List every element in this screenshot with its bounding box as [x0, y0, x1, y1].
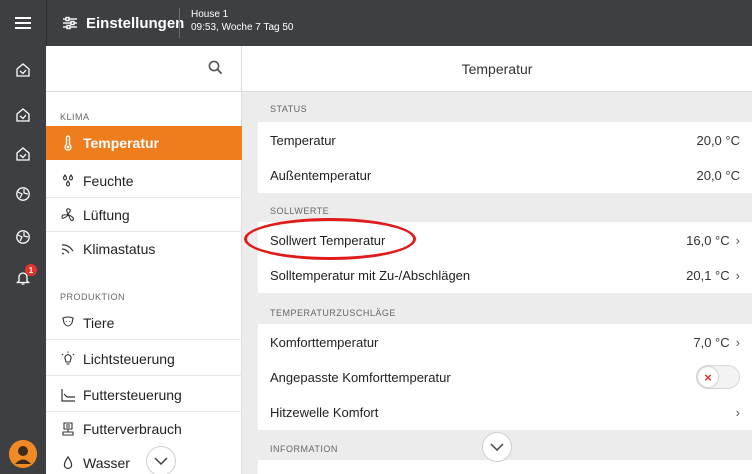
- settings-title: Einstellungen: [86, 14, 185, 32]
- row-label: Solltemperatur mit Zu-/Abschlägen: [270, 267, 471, 283]
- chevron-right-icon: ›: [735, 404, 740, 420]
- row-value: 20,0 °C: [696, 167, 740, 183]
- menu-item-temperatur[interactable]: Temperatur: [46, 126, 242, 160]
- menu-item-label: Futtersteuerung: [83, 387, 182, 403]
- row-angepasste-komforttemperatur: Angepasste Komforttemperatur ×: [258, 359, 752, 395]
- feed-chart-icon: [61, 389, 75, 402]
- light-icon: [61, 351, 75, 365]
- chevron-right-icon: ›: [735, 267, 740, 283]
- settings-header[interactable]: Einstellungen: [62, 0, 184, 46]
- hamburger-menu-button[interactable]: [0, 0, 46, 46]
- menu-item-label: Tiere: [83, 315, 115, 331]
- menu-item-lueftung[interactable]: Lüftung: [46, 198, 242, 232]
- row-information-partial: [258, 460, 752, 474]
- avatar-icon: [9, 440, 37, 468]
- row-value: 20,0 °C: [696, 132, 740, 148]
- hamburger-icon: [15, 17, 31, 29]
- climate-status-icon: [61, 244, 74, 255]
- water-drop-icon: [63, 455, 73, 470]
- row-sollwert-temperatur[interactable]: Sollwert Temperatur 16,0 °C ›: [258, 222, 752, 258]
- menu-item-label: Futterverbrauch: [83, 421, 182, 437]
- menu-item-label: Lichtsteuerung: [83, 351, 175, 367]
- menu-item-label: Feuchte: [83, 173, 134, 189]
- sliders-icon: [63, 16, 77, 30]
- menu-item-feuchte[interactable]: Feuchte: [46, 164, 242, 198]
- row-label: Temperatur: [270, 132, 336, 148]
- section-label-information: INFORMATION: [270, 444, 338, 454]
- title-divider: [179, 8, 180, 38]
- row-aussentemperatur: Außentemperatur 20,0 °C: [258, 157, 752, 193]
- house-time: 09:53, Woche 7 Tag 50: [191, 22, 294, 33]
- feed-scale-icon: [62, 422, 74, 436]
- row-label: Sollwert Temperatur: [270, 232, 386, 248]
- row-komforttemperatur[interactable]: Komforttemperatur 7,0 °C ›: [258, 324, 752, 360]
- row-label: Angepasste Komforttemperatur: [270, 369, 451, 385]
- chevron-down-icon: [490, 443, 504, 451]
- chevron-right-icon: ›: [735, 334, 740, 350]
- search-icon[interactable]: [208, 60, 223, 75]
- row-label: Komforttemperatur: [270, 334, 379, 350]
- row-value: 7,0 °C: [693, 334, 730, 350]
- menu-item-wasser[interactable]: Wasser: [46, 446, 242, 474]
- alarm-badge: 1: [25, 264, 37, 276]
- close-icon: ×: [698, 367, 718, 387]
- house-icon-3[interactable]: [15, 146, 31, 162]
- chevron-down-icon: [154, 457, 168, 465]
- fan-icon: [61, 208, 75, 222]
- house-name: House 1: [191, 9, 229, 20]
- humidity-icon: [62, 174, 74, 187]
- dashboard-icon-2[interactable]: [15, 229, 31, 245]
- detail-title: Temperatur: [242, 46, 752, 92]
- menu-item-label: Wasser: [83, 455, 130, 471]
- chevron-right-icon: ›: [735, 232, 740, 248]
- content-scroll-down-button[interactable]: [482, 432, 512, 462]
- row-temperatur: Temperatur 20,0 °C: [258, 122, 752, 158]
- menu-item-label: Temperatur: [83, 135, 159, 151]
- section-label-status: STATUS: [270, 104, 308, 114]
- topbar-divider: [46, 0, 47, 46]
- angepasste-komfort-toggle[interactable]: ×: [696, 365, 740, 389]
- thermometer-icon: [64, 135, 72, 151]
- settings-menu: KLIMA Temperatur Feuchte Lüftung Klimast…: [46, 46, 242, 474]
- row-hitzewelle-komfort[interactable]: Hitzewelle Komfort ›: [258, 394, 752, 430]
- menu-item-futtersteuerung[interactable]: Futtersteuerung: [46, 378, 242, 412]
- menu-item-tiere[interactable]: Tiere: [46, 306, 242, 340]
- animal-icon: [62, 316, 74, 327]
- row-value: 20,1 °C: [686, 267, 730, 283]
- section-label-klima: KLIMA: [60, 112, 90, 122]
- menu-item-lichtsteuerung[interactable]: Lichtsteuerung: [46, 342, 242, 376]
- menu-scroll-down-button[interactable]: [146, 446, 176, 474]
- section-label-produktion: PRODUKTION: [60, 292, 126, 302]
- menu-item-label: Lüftung: [83, 207, 130, 223]
- user-avatar[interactable]: [9, 440, 37, 468]
- house-icon-2[interactable]: [15, 107, 31, 123]
- menu-item-klimastatus[interactable]: Klimastatus: [46, 232, 242, 266]
- menu-item-futterverbrauch[interactable]: Futterverbrauch: [46, 412, 242, 446]
- row-solltemperatur-zuschlaege[interactable]: Solltemperatur mit Zu-/Abschlägen 20,1 °…: [258, 257, 752, 293]
- section-label-temperaturzuschlaege: TEMPERATURZUSCHLÄGE: [270, 308, 396, 318]
- menu-item-label: Klimastatus: [83, 241, 156, 257]
- row-label: Außentemperatur: [270, 167, 372, 183]
- row-label: Hitzewelle Komfort: [270, 404, 379, 420]
- top-bar: Einstellungen House 1 09:53, Woche 7 Tag…: [0, 0, 752, 46]
- dashboard-icon[interactable]: [15, 186, 31, 202]
- section-label-sollwerte: SOLLWERTE: [270, 206, 330, 216]
- menu-divider: [46, 375, 242, 376]
- house-icon[interactable]: [15, 62, 31, 78]
- detail-panel: Temperatur STATUS Temperatur 20,0 °C Auß…: [242, 46, 752, 474]
- left-rail: 1: [0, 46, 46, 474]
- menu-search-bar: [46, 46, 241, 92]
- row-value: 16,0 °C: [686, 232, 730, 248]
- menu-divider: [46, 339, 242, 340]
- house-info[interactable]: House 1 09:53, Woche 7 Tag 50: [191, 8, 294, 34]
